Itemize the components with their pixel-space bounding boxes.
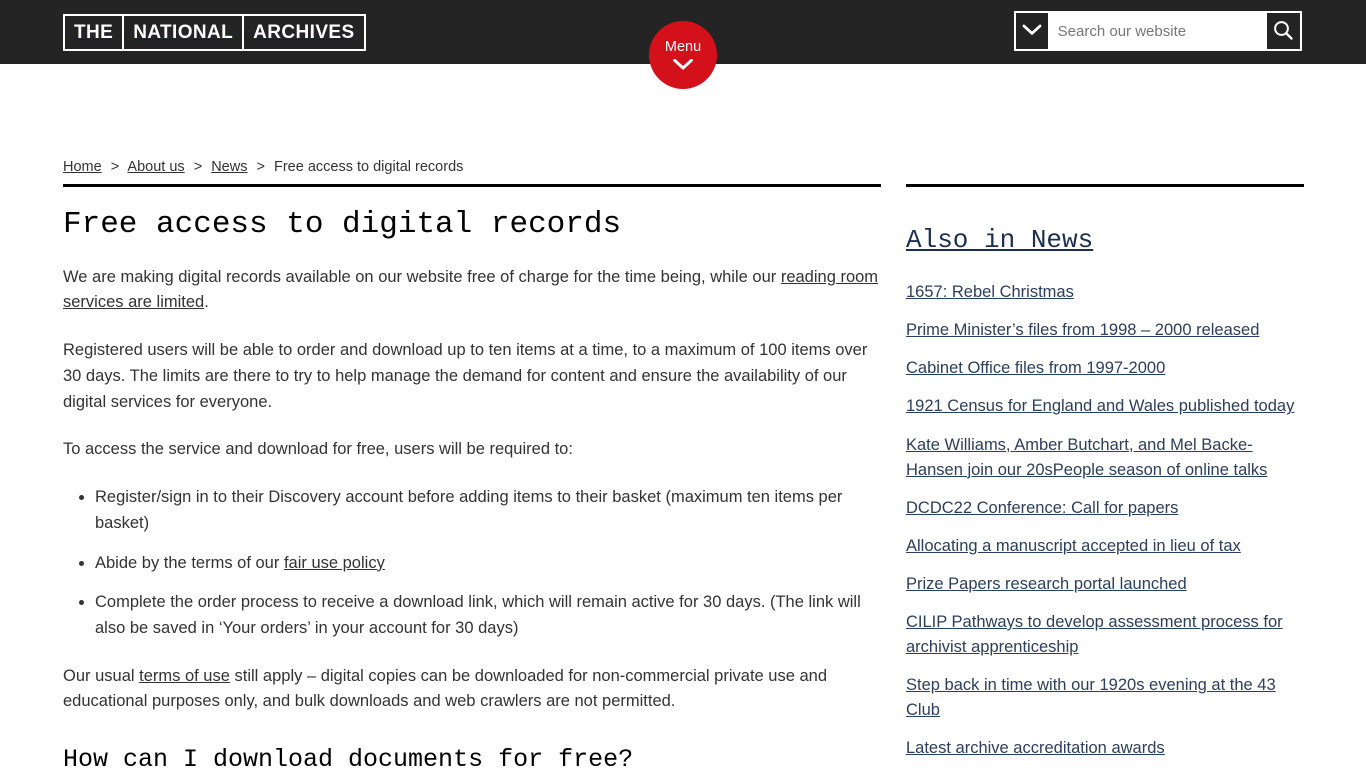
logo-word-national: NATIONAL — [122, 16, 242, 49]
sidebar-also-in-news: Also in News 1657: Rebel Christmas Prime… — [906, 184, 1304, 768]
news-link-list: 1657: Rebel Christmas Prime Minister’s f… — [906, 280, 1304, 768]
main-divider — [63, 184, 881, 187]
intro-text-before-link: We are making digital records available … — [63, 267, 781, 286]
site-header: THE NATIONAL ARCHIVES Menu — [0, 0, 1366, 89]
sidebar-news-link-8[interactable]: CILIP Pathways to develop assessment pro… — [906, 613, 1283, 656]
list-item: DCDC22 Conference: Call for papers — [906, 496, 1304, 521]
sidebar-news-link-9[interactable]: Step back in time with our 1920s evening… — [906, 676, 1276, 719]
list-item: Abide by the terms of our fair use polic… — [95, 551, 881, 577]
search-bar — [1014, 11, 1302, 51]
section-heading-download: How can I download documents for free? — [63, 745, 634, 768]
intro-paragraph: We are making digital records available … — [63, 265, 881, 316]
requirements-list: Register/sign in to their Discovery acco… — [63, 485, 881, 642]
sidebar-news-link-0[interactable]: 1657: Rebel Christmas — [906, 283, 1074, 301]
limits-paragraph: Registered users will be able to order a… — [63, 341, 868, 411]
sidebar-news-link-7[interactable]: Prize Papers research portal launched — [906, 575, 1187, 593]
main-content: Free access to digital records We are ma… — [63, 184, 881, 768]
list-item: Allocating a manuscript accepted in lieu… — [906, 534, 1304, 559]
breadcrumb-item-about-us[interactable]: About us — [127, 159, 184, 175]
sidebar-title: Also in News — [906, 225, 1094, 255]
search-submit-button[interactable] — [1266, 13, 1300, 49]
menu-button-label: Menu — [664, 38, 702, 55]
list-item: Kate Williams, Amber Butchart, and Mel B… — [906, 433, 1304, 483]
breadcrumb-separator: > — [193, 159, 203, 175]
breadcrumb-item-current: Free access to digital records — [274, 159, 464, 175]
sidebar-news-link-5[interactable]: DCDC22 Conference: Call for papers — [906, 499, 1178, 517]
list-item: 1921 Census for England and Wales publis… — [906, 394, 1304, 419]
sidebar-divider — [906, 184, 1304, 187]
list-item-text: Register/sign in to their Discovery acco… — [95, 488, 843, 532]
list-item-text: Complete the order process to receive a … — [95, 593, 861, 637]
intro-text-after-link: . — [204, 293, 209, 312]
list-item: Complete the order process to receive a … — [95, 590, 881, 641]
search-icon — [1272, 19, 1294, 44]
list-item: Register/sign in to their Discovery acco… — [95, 485, 881, 536]
requirements-lead-paragraph: To access the service and download for f… — [63, 440, 573, 459]
content-columns: Free access to digital records We are ma… — [0, 184, 1366, 768]
fair-use-policy-link[interactable]: fair use policy — [284, 554, 385, 572]
list-item: 1657: Rebel Christmas — [906, 280, 1304, 305]
menu-button[interactable]: Menu — [649, 21, 717, 89]
terms-paragraph: Our usual terms of use still apply – dig… — [63, 664, 881, 715]
sidebar-news-link-4[interactable]: Kate Williams, Amber Butchart, and Mel B… — [906, 436, 1267, 479]
sidebar-news-link-1[interactable]: Prime Minister’s files from 1998 – 2000 … — [906, 321, 1259, 339]
list-item: Cabinet Office files from 1997-2000 — [906, 356, 1304, 381]
list-item: Step back in time with our 1920s evening… — [906, 673, 1304, 723]
breadcrumb-item-home[interactable]: Home — [63, 159, 102, 175]
logo-word-archives: ARCHIVES — [242, 16, 363, 49]
list-item: Prize Papers research portal launched — [906, 572, 1304, 597]
search-scope-dropdown-button[interactable] — [1016, 13, 1048, 49]
sidebar-news-link-10[interactable]: Latest archive accreditation awards — [906, 739, 1165, 757]
sidebar-news-link-3[interactable]: 1921 Census for England and Wales publis… — [906, 397, 1294, 415]
list-item: Prime Minister’s files from 1998 – 2000 … — [906, 318, 1304, 343]
chevron-down-icon — [1022, 24, 1042, 39]
terms-of-use-link[interactable]: terms of use — [139, 667, 230, 685]
breadcrumb-separator: > — [256, 159, 265, 175]
breadcrumb: Home > About us > News > Free access to … — [63, 159, 463, 175]
site-logo[interactable]: THE NATIONAL ARCHIVES — [63, 14, 366, 51]
breadcrumb-item-news[interactable]: News — [211, 159, 247, 175]
breadcrumb-separator: > — [110, 159, 120, 175]
page-title: Free access to digital records — [63, 207, 622, 242]
list-item: Latest archive accreditation awards — [906, 736, 1304, 761]
logo-word-the: THE — [74, 22, 114, 43]
sidebar-news-link-6[interactable]: Allocating a manuscript accepted in lieu… — [906, 537, 1241, 555]
sidebar-news-link-2[interactable]: Cabinet Office files from 1997-2000 — [906, 359, 1165, 377]
search-input[interactable] — [1047, 13, 1267, 49]
chevron-down-icon — [673, 59, 693, 70]
list-item-text: Abide by the terms of our — [95, 553, 284, 572]
terms-text-before-link: Our usual — [63, 666, 140, 685]
list-item: CILIP Pathways to develop assessment pro… — [906, 610, 1304, 660]
